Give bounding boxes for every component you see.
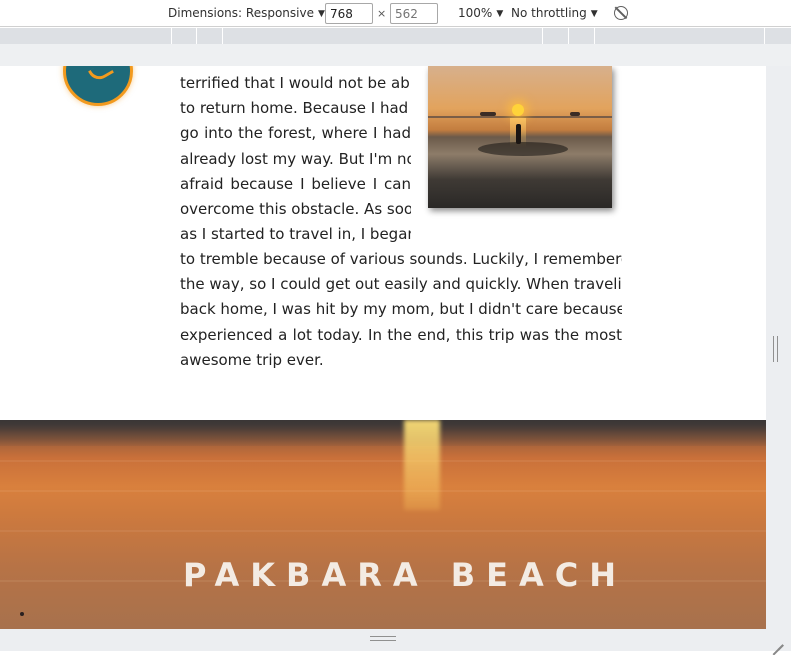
corner-resize-icon[interactable] — [771, 633, 783, 645]
person-silhouette — [516, 124, 521, 144]
width-input[interactable] — [325, 3, 373, 24]
height-resize-handle[interactable] — [370, 636, 396, 641]
water-ripple — [0, 490, 766, 492]
text-line: to tremble because of various sounds. Lu… — [180, 250, 622, 268]
hero-banner: PAKBARA BEACH — [0, 420, 766, 629]
sand-speck — [20, 612, 24, 616]
sun-shape — [512, 104, 524, 116]
dimensions-dropdown[interactable]: Dimensions: Responsive ▼ — [168, 6, 325, 20]
device-toolbar: Dimensions: Responsive▼ × 100%▼ No throt… — [0, 0, 791, 27]
media-query-divider — [222, 28, 223, 44]
media-query-divider — [196, 28, 197, 44]
emulated-viewport: terrified that I would not be able to re… — [0, 66, 766, 629]
sunset-photo — [428, 66, 612, 208]
sun-glow — [404, 420, 440, 510]
text-line: already lost my way. But I'm not — [180, 149, 411, 168]
text-line: as I started to travel in, I began — [180, 225, 411, 244]
text-line: terrified that I would not be able — [180, 74, 411, 92]
throttling-dropdown[interactable]: No throttling ▼ — [511, 6, 598, 20]
media-query-divider — [568, 28, 569, 44]
width-resize-handle[interactable] — [773, 336, 778, 362]
media-query-divider — [542, 28, 543, 44]
times-symbol: × — [377, 7, 387, 20]
text-line: back home, I was hit by my mom, but I di… — [180, 300, 622, 319]
article-text-full: to tremble because of various sounds. Lu… — [180, 247, 622, 373]
chevron-down-icon: ▼ — [496, 9, 504, 19]
ruler-gap — [0, 44, 791, 66]
article-text-wrapped: terrified that I would not be able to re… — [180, 71, 411, 247]
height-input[interactable] — [390, 3, 438, 24]
text-line: overcome this obstacle. As soon — [180, 199, 411, 218]
chevron-down-icon: ▼ — [317, 9, 325, 19]
author-avatar — [63, 66, 133, 106]
banner-shore-strip — [0, 420, 766, 446]
text-line: experienced a lot today. In the end, thi… — [180, 325, 622, 344]
chevron-down-icon: ▼ — [590, 9, 598, 19]
zoom-label: 100% — [458, 6, 493, 20]
right-resize-gutter — [766, 66, 791, 629]
text-line: to return home. Because I had to — [180, 99, 411, 118]
media-query-divider — [764, 28, 765, 44]
water-splash — [478, 142, 568, 156]
water-ripple — [0, 530, 766, 532]
banner-title: PAKBARA BEACH — [182, 556, 628, 594]
throttling-label: No throttling — [511, 6, 587, 20]
avatar-logo-icon — [87, 66, 115, 84]
media-query-divider — [594, 28, 595, 44]
media-query-bar[interactable] — [0, 28, 791, 44]
dimensions-label: Dimensions: Responsive — [168, 6, 314, 20]
text-line: the way, so I could get out easily and q… — [180, 275, 622, 294]
text-line: afraid because I believe I can — [180, 174, 411, 193]
text-line: awesome trip ever. — [180, 350, 324, 369]
water-ripple — [0, 460, 766, 462]
media-query-divider — [171, 28, 172, 44]
rotate-icon[interactable] — [614, 6, 628, 20]
text-line: go into the forest, where I had — [180, 124, 411, 143]
zoom-dropdown[interactable]: 100% ▼ — [458, 6, 503, 20]
